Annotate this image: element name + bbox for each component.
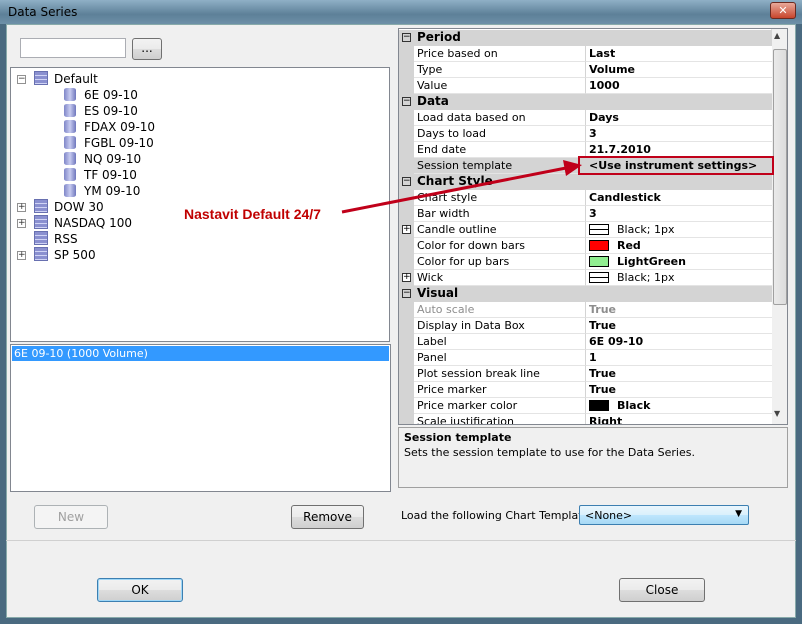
annotation-text: Nastavit Default 24/7	[184, 206, 321, 222]
annotation-arrow	[341, 160, 582, 214]
arrow-head	[563, 160, 582, 176]
arrow-line	[341, 166, 567, 214]
